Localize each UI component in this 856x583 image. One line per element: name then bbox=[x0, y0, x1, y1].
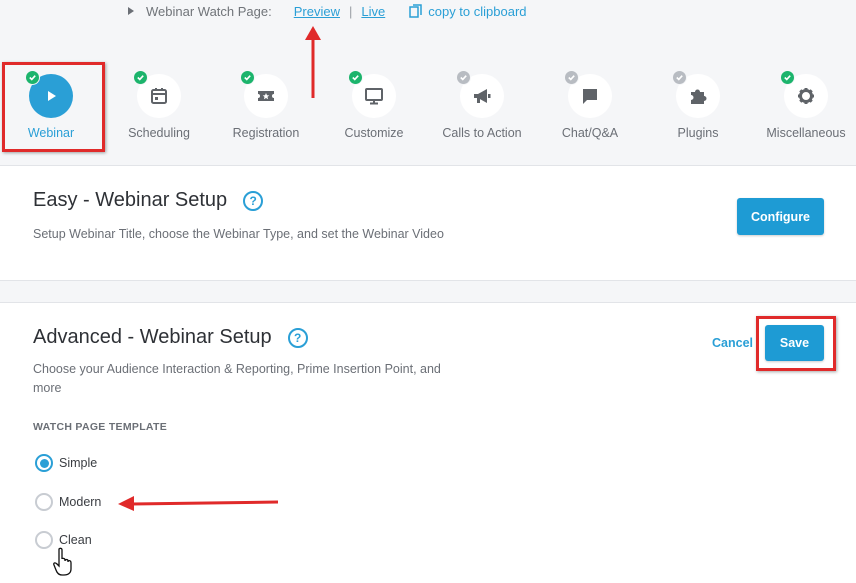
configure-button[interactable]: Configure bbox=[737, 198, 824, 235]
step-label: Registration bbox=[232, 126, 300, 140]
live-link[interactable]: Live bbox=[361, 4, 385, 19]
advanced-setup-title: Advanced - Webinar Setup ? bbox=[33, 326, 308, 349]
step-circle bbox=[240, 70, 288, 118]
help-icon[interactable]: ? bbox=[287, 327, 308, 348]
watch-page-label: Webinar Watch Page: bbox=[146, 3, 272, 19]
check-done-icon bbox=[240, 70, 255, 85]
ticket-icon bbox=[258, 91, 274, 101]
step-circle bbox=[564, 70, 612, 118]
check-done-icon bbox=[133, 70, 148, 85]
preview-link[interactable]: Preview bbox=[294, 4, 340, 19]
option-label: Simple bbox=[59, 456, 98, 470]
step-label: Calls to Action bbox=[442, 126, 522, 140]
puzzle-icon bbox=[691, 89, 707, 104]
step-label: Plugins bbox=[677, 126, 719, 140]
step-label: Chat/Q&A bbox=[561, 126, 619, 140]
step-label: Customize bbox=[344, 126, 404, 140]
step-plugins[interactable]: Plugins bbox=[643, 70, 753, 140]
advanced-setup-description: Choose your Audience Interaction & Repor… bbox=[33, 360, 441, 398]
annotation-highlight-webinar bbox=[2, 62, 105, 152]
step-circle bbox=[672, 70, 720, 118]
description-line: more bbox=[33, 381, 62, 395]
step-circle bbox=[133, 70, 181, 118]
advanced-setup-title-text: Advanced - Webinar Setup bbox=[33, 326, 272, 348]
step-calls-to-action[interactable]: Calls to Action bbox=[427, 70, 537, 140]
monitor-icon bbox=[365, 88, 383, 105]
step-miscellaneous[interactable]: Miscellaneous bbox=[751, 70, 856, 140]
step-scheduling[interactable]: Scheduling bbox=[104, 70, 214, 140]
cancel-button[interactable]: Cancel bbox=[712, 336, 753, 350]
easy-setup-title: Easy - Webinar Setup ? bbox=[33, 189, 264, 212]
step-circle bbox=[456, 70, 504, 118]
annotation-highlight-save bbox=[756, 316, 836, 371]
template-option-modern[interactable]: Modern bbox=[35, 493, 101, 511]
check-pending-icon bbox=[456, 70, 471, 85]
section-divider bbox=[0, 281, 856, 303]
watch-page-template-heading: WATCH PAGE TEMPLATE bbox=[33, 421, 168, 433]
advanced-setup-section: Advanced - Webinar Setup ? Choose your A… bbox=[0, 304, 856, 583]
step-registration[interactable]: Registration bbox=[211, 70, 321, 140]
radio-button[interactable] bbox=[35, 531, 53, 549]
megaphone-icon bbox=[474, 89, 491, 103]
template-option-simple[interactable]: Simple bbox=[35, 454, 97, 472]
copy-label: copy to clipboard bbox=[428, 3, 527, 19]
description-line: Choose your Audience Interaction & Repor… bbox=[33, 362, 441, 376]
link-separator: | bbox=[348, 3, 353, 19]
expand-triangle-icon[interactable] bbox=[128, 7, 134, 15]
chat-icon bbox=[583, 89, 597, 104]
easy-setup-description: Setup Webinar Title, choose the Webinar … bbox=[33, 227, 444, 241]
watch-page-row: Webinar Watch Page: Preview | Live copy … bbox=[128, 2, 527, 20]
easy-setup-section: Easy - Webinar Setup ? Setup Webinar Tit… bbox=[0, 167, 856, 281]
check-done-icon bbox=[780, 70, 795, 85]
easy-setup-title-text: Easy - Webinar Setup bbox=[33, 189, 228, 211]
option-label: Clean bbox=[59, 533, 92, 547]
help-icon[interactable]: ? bbox=[243, 190, 264, 211]
gear-icon bbox=[798, 88, 814, 104]
step-circle bbox=[348, 70, 396, 118]
step-label: Miscellaneous bbox=[766, 126, 846, 140]
check-done-icon bbox=[348, 70, 363, 85]
template-option-clean[interactable]: Clean bbox=[35, 531, 92, 549]
option-label: Modern bbox=[59, 495, 102, 509]
check-pending-icon bbox=[564, 70, 579, 85]
step-label: Scheduling bbox=[128, 126, 190, 140]
radio-button[interactable] bbox=[35, 493, 53, 511]
step-circle bbox=[780, 70, 828, 118]
top-navigation: Webinar Watch Page: Preview | Live copy … bbox=[0, 0, 856, 166]
copy-icon bbox=[409, 4, 422, 18]
step-chat-qa[interactable]: Chat/Q&A bbox=[535, 70, 645, 140]
copy-to-clipboard-link[interactable]: copy to clipboard bbox=[409, 3, 527, 19]
step-customize[interactable]: Customize bbox=[319, 70, 429, 140]
calendar-icon bbox=[151, 88, 167, 104]
radio-button[interactable] bbox=[35, 454, 53, 472]
check-pending-icon bbox=[672, 70, 687, 85]
